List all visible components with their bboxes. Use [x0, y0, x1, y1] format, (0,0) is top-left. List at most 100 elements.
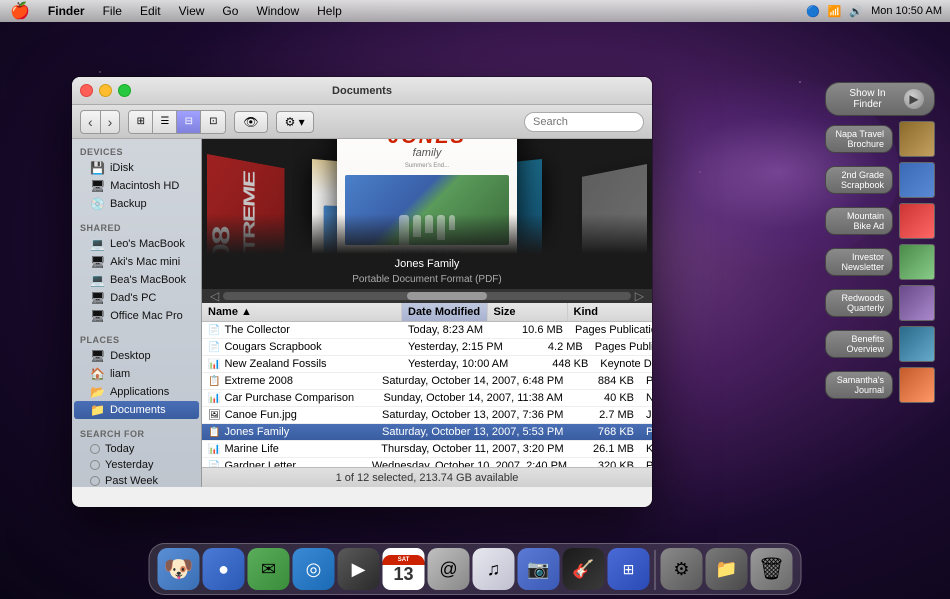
garageband-icon[interactable]: 🎸	[563, 548, 605, 590]
maximize-button[interactable]	[118, 84, 131, 97]
coverflow-track[interactable]	[223, 292, 631, 300]
sidebar-header-places: PLACES	[72, 333, 201, 347]
table-row[interactable]: 📄The Collector Today, 8:23 AM 10.6 MB Pa…	[202, 322, 652, 339]
system-prefs-icon[interactable]: ⚙	[661, 548, 703, 590]
ql-item-2nd[interactable]: 2nd Grade Scrapbook	[825, 162, 935, 198]
safari-icon[interactable]: ◎	[293, 548, 335, 590]
table-row[interactable]: 📄Cougars Scrapbook Yesterday, 2:15 PM 4.…	[202, 339, 652, 356]
menubar-go[interactable]: Go	[214, 2, 246, 20]
menubar-edit[interactable]: Edit	[132, 2, 169, 20]
sidebar-item-backup[interactable]: 💿Backup	[74, 195, 199, 213]
show-in-finder-button[interactable]: Show In Finder ▶	[825, 82, 935, 116]
nav-buttons: ‹ ›	[80, 110, 120, 134]
table-row[interactable]: 📊Marine Life Thursday, October 11, 2007,…	[202, 441, 652, 458]
wifi-icon: 📶	[828, 5, 842, 18]
sidebar-header-shared: SHARED	[72, 221, 201, 235]
sidebar-item-applications[interactable]: 📂Applications	[74, 383, 199, 401]
iphoto-icon[interactable]: 📷	[518, 548, 560, 590]
ql-thumb-mountain	[899, 203, 935, 239]
sidebar-item-leos-macbook[interactable]: 💻Leo's MacBook	[74, 235, 199, 253]
icon-view-btn[interactable]: ⊞	[129, 111, 153, 133]
sidebar-section-devices: DEVICES 💾iDisk 🖥Macintosh HD 💿Backup	[72, 139, 201, 215]
trash-icon[interactable]: 🗑	[751, 548, 793, 590]
ql-thumb-benefits	[899, 326, 935, 362]
menubar: 🍎 Finder File Edit View Go Window Help 🔵…	[0, 0, 950, 22]
table-row[interactable]: 📊Car Purchase Comparison Sunday, October…	[202, 390, 652, 407]
sidebar-item-yesterday[interactable]: Yesterday	[74, 457, 199, 473]
file-list-header: Name ▲ Date Modified Size Kind	[202, 303, 652, 322]
sidebar-item-macintosh-hd[interactable]: 🖥Macintosh HD	[74, 177, 199, 195]
col-kind[interactable]: Kind	[568, 303, 653, 321]
stack-icon[interactable]: 📁	[706, 548, 748, 590]
coverflow-btn[interactable]: ⊡	[201, 111, 225, 133]
dashboard-icon[interactable]: ●	[203, 548, 245, 590]
coverflow-thumb[interactable]	[407, 292, 487, 300]
table-row[interactable]: 🖼Canoe Fun.jpg Saturday, October 13, 200…	[202, 407, 652, 424]
mail-icon[interactable]: ✉	[248, 548, 290, 590]
volume-icon: 🔊	[849, 5, 863, 18]
menubar-view[interactable]: View	[171, 2, 213, 20]
coverflow-label: Jones Family	[202, 254, 652, 274]
desktop: Documents ‹ › ⊞ ☰ ⊟ ⊡ 👁 ⚙ ▾ DEVICES	[0, 22, 950, 599]
sidebar: DEVICES 💾iDisk 🖥Macintosh HD 💿Backup SHA…	[72, 139, 202, 487]
ql-item-redwoods[interactable]: Redwoods Quarterly	[825, 285, 935, 321]
ql-label-investor: Investor Newsletter	[825, 248, 893, 276]
sidebar-item-beas-macbook[interactable]: 💻Bea's MacBook	[74, 271, 199, 289]
ql-label-napa: Napa Travel Brochure	[825, 125, 893, 153]
expose-icon[interactable]: ⊞	[608, 548, 650, 590]
sidebar-header-devices: DEVICES	[72, 145, 201, 159]
table-row[interactable]: 📄Gardner Letter Wednesday, October 10, 2…	[202, 458, 652, 467]
ical-icon[interactable]: SAT 13	[383, 548, 425, 590]
ql-item-investor[interactable]: Investor Newsletter	[825, 244, 935, 280]
list-view-btn[interactable]: ☰	[153, 111, 177, 133]
forward-button[interactable]: ›	[101, 111, 120, 133]
finder-toolbar: ‹ › ⊞ ☰ ⊟ ⊡ 👁 ⚙ ▾	[72, 105, 652, 139]
ql-item-mountain[interactable]: Mountain Bike Ad	[825, 203, 935, 239]
back-button[interactable]: ‹	[81, 111, 101, 133]
sidebar-item-desktop[interactable]: 🖥Desktop	[74, 347, 199, 365]
ql-item-journal[interactable]: Samantha's Journal	[825, 367, 935, 403]
sidebar-item-dads-pc[interactable]: 🖥Dad's PC	[74, 289, 199, 307]
menubar-help[interactable]: Help	[309, 2, 350, 20]
sidebar-item-office-mac-pro[interactable]: 🖥Office Mac Pro	[74, 307, 199, 325]
quicktime-icon[interactable]: ▶	[338, 548, 380, 590]
finder-titlebar: Documents	[72, 77, 652, 105]
col-size[interactable]: Size	[488, 303, 568, 321]
address-icon[interactable]: @	[428, 548, 470, 590]
itunes-icon[interactable]: ♫	[473, 548, 515, 590]
sidebar-item-akis-mac-mini[interactable]: 🖥Aki's Mac mini	[74, 253, 199, 271]
ql-item-benefits[interactable]: Benefits Overview	[825, 326, 935, 362]
col-date[interactable]: Date Modified	[402, 303, 488, 321]
finder-window: Documents ‹ › ⊞ ☰ ⊟ ⊡ 👁 ⚙ ▾ DEVICES	[72, 77, 652, 507]
action-button[interactable]: ⚙ ▾	[276, 111, 314, 133]
coverflow-view-btn[interactable]: ⊟	[177, 111, 201, 133]
sidebar-item-idisk[interactable]: 💾iDisk	[74, 159, 199, 177]
menubar-finder[interactable]: Finder	[40, 2, 93, 20]
search-input[interactable]	[524, 112, 644, 132]
sidebar-item-past-week[interactable]: Past Week	[74, 473, 199, 487]
apple-menu[interactable]: 🍎	[0, 1, 40, 21]
ql-item-napa[interactable]: Napa Travel Brochure	[825, 121, 935, 157]
finder-body: DEVICES 💾iDisk 🖥Macintosh HD 💿Backup SHA…	[72, 139, 652, 487]
table-row[interactable]: 📊New Zealand Fossils Yesterday, 10:00 AM…	[202, 356, 652, 373]
ql-label-2nd: 2nd Grade Scrapbook	[825, 166, 893, 194]
sidebar-item-liam[interactable]: 🏠liam	[74, 365, 199, 383]
ql-label-mountain: Mountain Bike Ad	[825, 207, 893, 235]
table-row[interactable]: 📋Jones Family Saturday, October 13, 2007…	[202, 424, 652, 441]
coverflow-scrollbar[interactable]: ◁ ▷	[202, 289, 652, 303]
close-button[interactable]	[80, 84, 93, 97]
sidebar-item-today[interactable]: Today	[74, 441, 199, 457]
table-row[interactable]: 📋Extreme 2008 Saturday, October 14, 2007…	[202, 373, 652, 390]
menubar-window[interactable]: Window	[248, 2, 307, 20]
minimize-button[interactable]	[99, 84, 112, 97]
menubar-file[interactable]: File	[95, 2, 130, 20]
coverflow-reflection	[202, 214, 652, 254]
coverflow-area: EXTREME 2008 JANUARY JoNES family	[202, 139, 652, 303]
sidebar-item-documents[interactable]: 📁Documents	[74, 401, 199, 419]
quicklook-button[interactable]: 👁	[234, 111, 267, 133]
finder-icon[interactable]: 🐶	[158, 548, 200, 590]
col-name[interactable]: Name ▲	[202, 303, 402, 321]
coverflow-sublabel: Portable Document Format (PDF)	[202, 274, 652, 285]
coverflow-display[interactable]: EXTREME 2008 JANUARY JoNES family	[202, 139, 652, 254]
ql-label-redwoods: Redwoods Quarterly	[825, 289, 893, 317]
